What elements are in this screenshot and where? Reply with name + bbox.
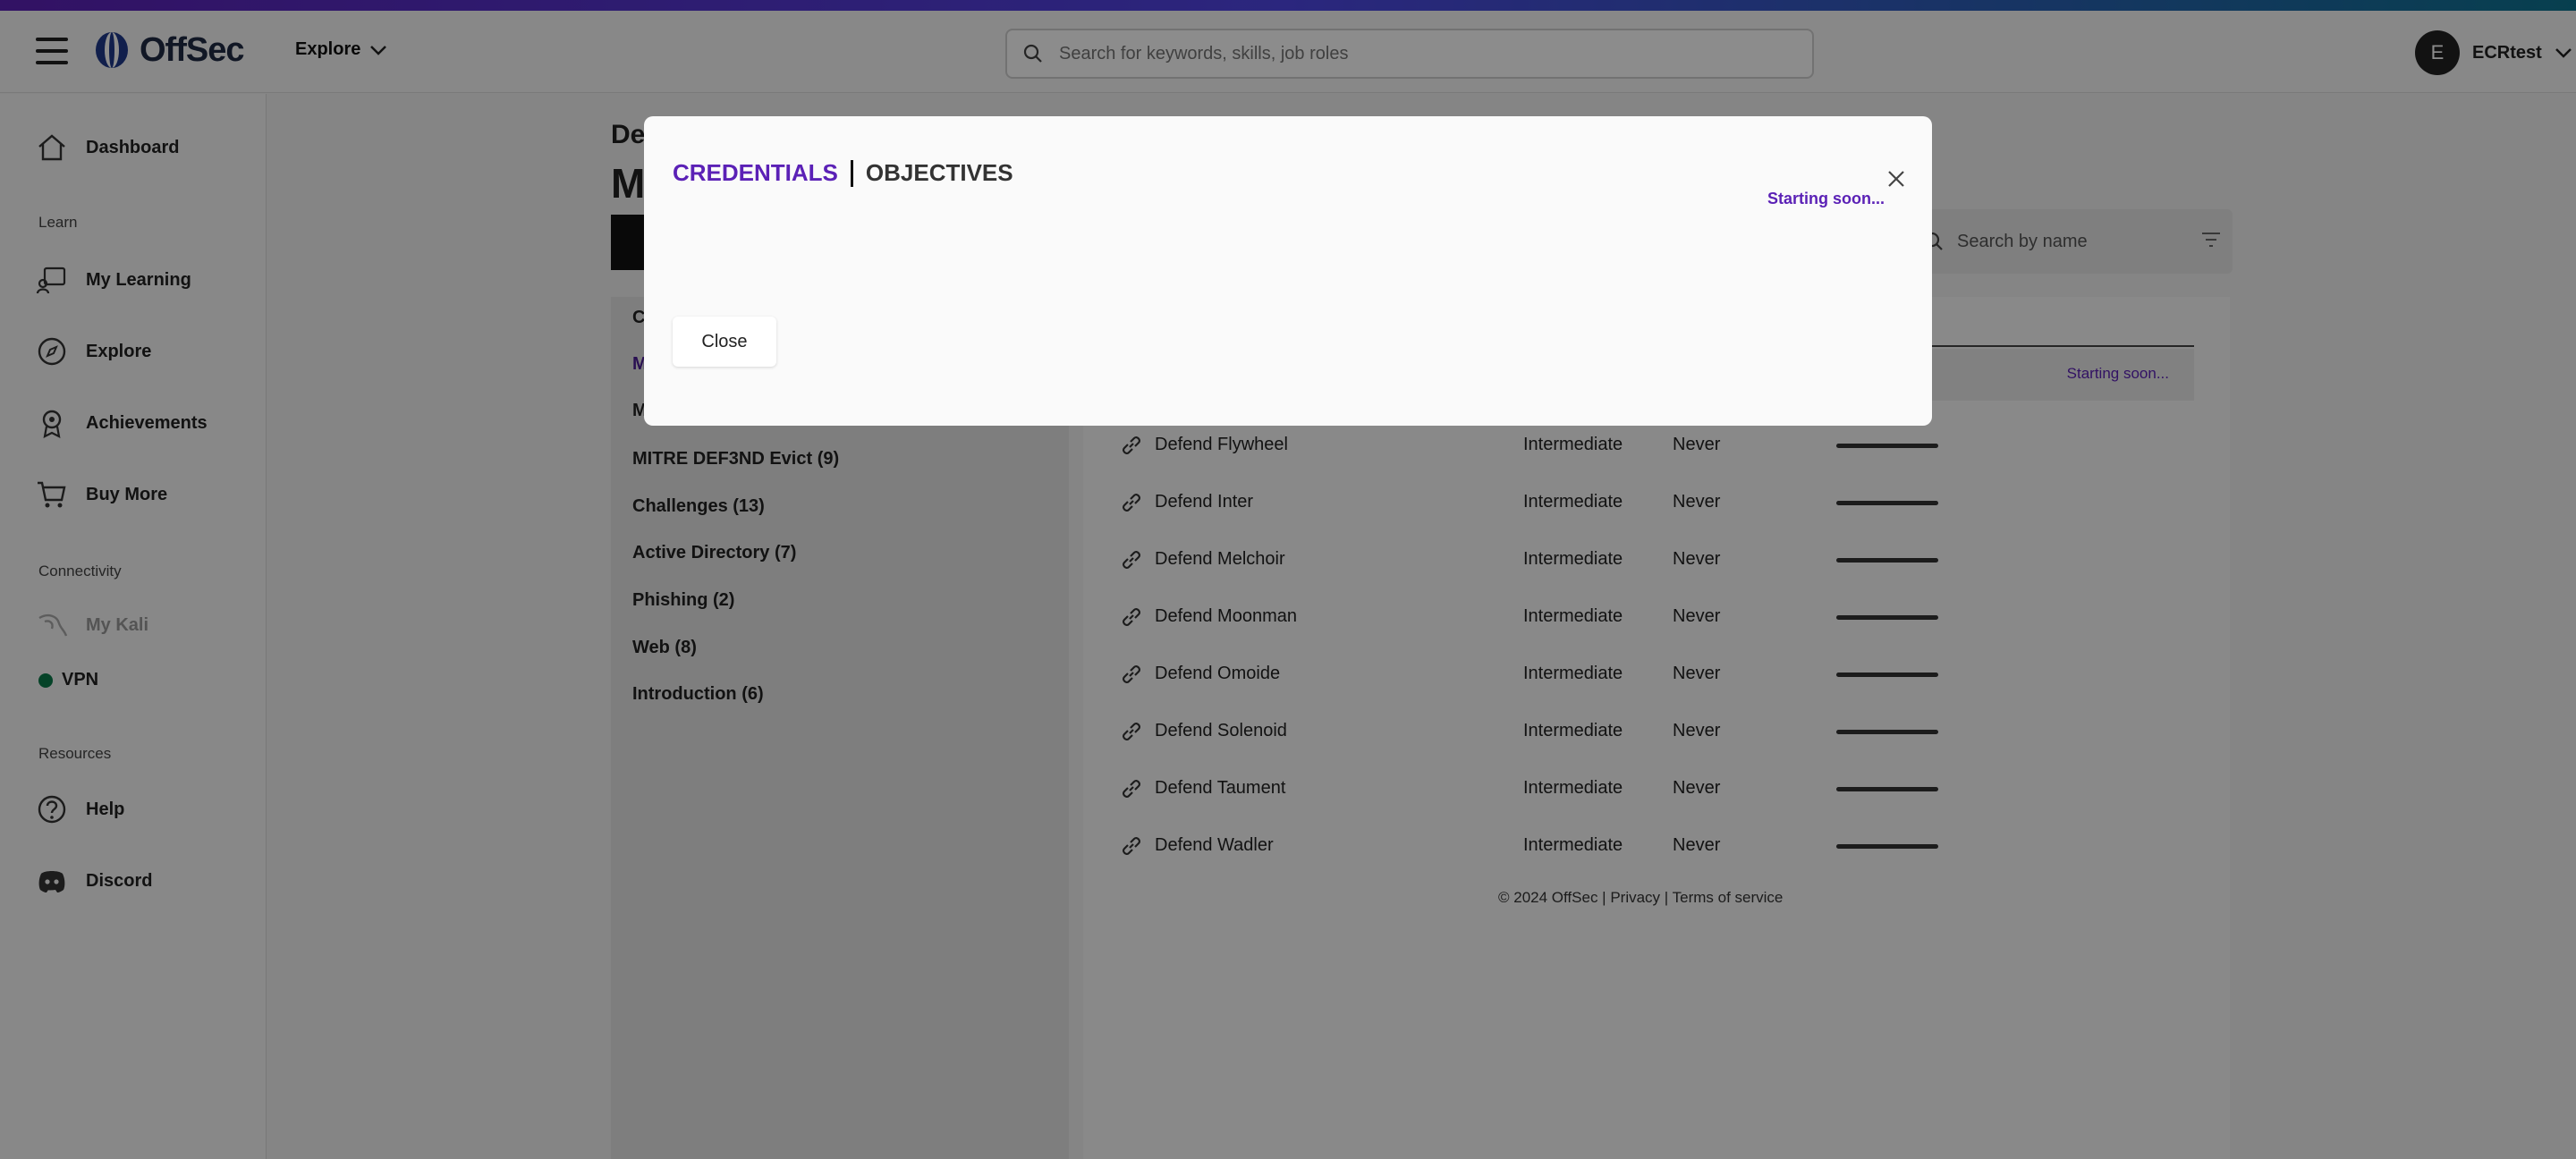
- tab-separator: [850, 159, 853, 187]
- close-icon[interactable]: [1884, 166, 1909, 191]
- close-button[interactable]: Close: [673, 317, 776, 367]
- credentials-modal: CREDENTIALS OBJECTIVES Starting soon... …: [644, 116, 1932, 426]
- modal-tabs: CREDENTIALS OBJECTIVES: [673, 159, 1013, 187]
- tab-credentials[interactable]: CREDENTIALS: [673, 159, 838, 187]
- modal-status: Starting soon...: [1767, 190, 1885, 207]
- tab-objectives[interactable]: OBJECTIVES: [866, 159, 1013, 187]
